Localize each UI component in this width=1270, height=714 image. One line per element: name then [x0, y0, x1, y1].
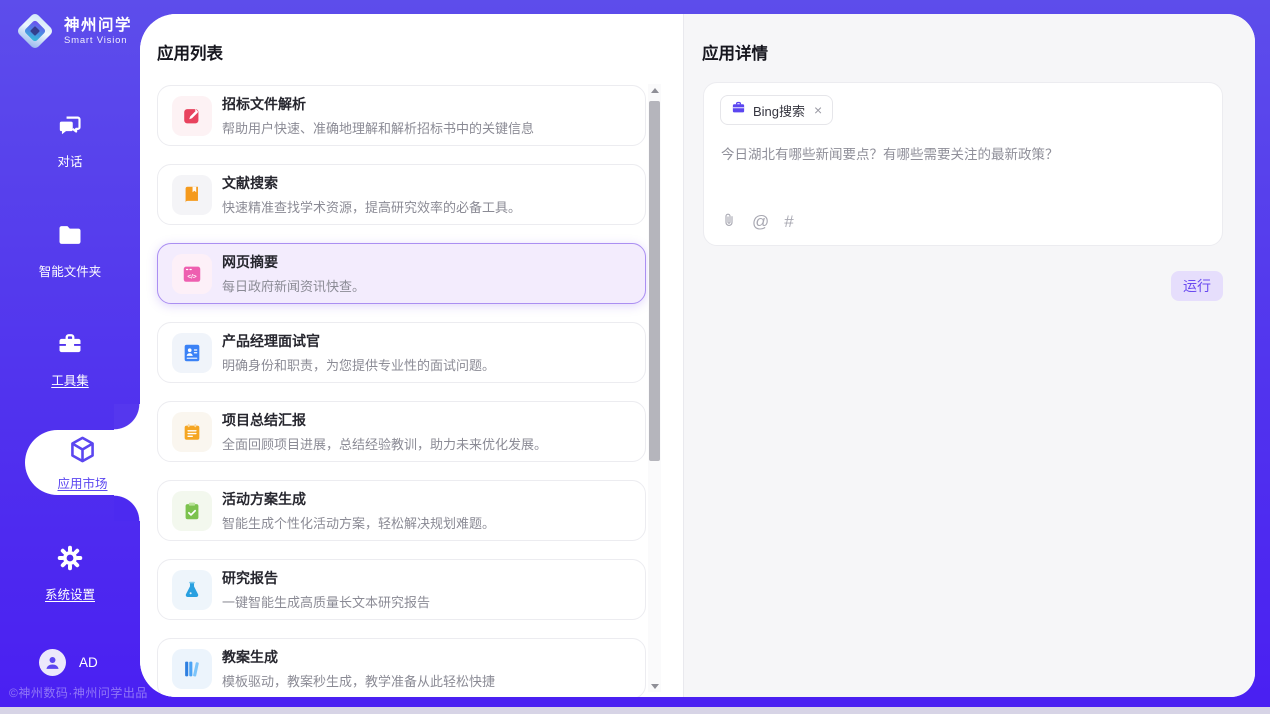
mention-icon[interactable]: @ — [752, 213, 769, 230]
app-card-description: 每日政府新闻资讯快查。 — [222, 276, 365, 295]
books-icon — [172, 649, 212, 689]
app-list-title: 应用列表 — [157, 40, 223, 64]
app-card-bid-parsing[interactable]: 招标文件解析 帮助用户快速、准确地理解和解析招标书中的关键信息 — [157, 85, 646, 146]
scrollbar-thumb[interactable] — [649, 101, 660, 461]
prompt-input[interactable]: Bing搜索 × 今日湖北有哪些新闻要点？有哪些需要关注的最新政策？ @ # — [703, 82, 1223, 246]
book-icon — [172, 175, 212, 215]
calendar-note-icon — [172, 412, 212, 452]
app-list-panel: 应用列表 招标文件解析 帮助用户快速、准确地理解和解析招标书中的关键信息 — [140, 14, 683, 697]
brand-diamond-icon — [16, 12, 54, 50]
scroll-down-icon[interactable] — [648, 680, 661, 692]
sidebar: 神州问学 Smart Vision 对话 智能文件夹 — [0, 0, 140, 714]
sidebar-item-smart-folder[interactable]: 智能文件夹 — [0, 221, 140, 280]
cube-icon — [67, 434, 98, 470]
svg-text:</>: </> — [187, 273, 197, 280]
browser-code-icon: </> — [172, 254, 212, 294]
app-detail-panel: 应用详情 Bing搜索 × 今日湖北有哪些新闻要点？有哪些需要关注的最新政策？ — [683, 14, 1255, 697]
chat-icon — [57, 112, 84, 144]
list-scrollbar[interactable] — [648, 84, 661, 692]
sidebar-item-label: 智能文件夹 — [39, 261, 102, 280]
toolbox-icon — [56, 330, 84, 363]
app-card-description: 快速精准查找学术资源，提高研究效率的必备工具。 — [222, 197, 521, 216]
bottom-strip — [0, 707, 1270, 714]
app-card-name: 研究报告 — [222, 568, 430, 588]
user-name: AD — [79, 655, 98, 670]
scroll-up-icon[interactable] — [648, 84, 661, 96]
sidebar-item-app-market[interactable]: 应用市场 — [25, 430, 140, 495]
brand-logo: 神州问学 Smart Vision — [16, 12, 132, 50]
gear-icon — [56, 544, 84, 577]
remove-tool-icon[interactable]: × — [814, 103, 822, 117]
prompt-text[interactable]: 今日湖北有哪些新闻要点？有哪些需要关注的最新政策？ — [721, 143, 1206, 163]
app-card-description: 一键智能生成高质量长文本研究报告 — [222, 592, 430, 611]
hash-icon[interactable]: # — [784, 213, 793, 230]
paperclip-icon[interactable] — [721, 211, 737, 232]
clipboard-check-icon — [172, 491, 212, 531]
app-card-description: 帮助用户快速、准确地理解和解析招标书中的关键信息 — [222, 118, 534, 137]
sidebar-item-toolset[interactable]: 工具集 — [0, 330, 140, 389]
main-content: 应用列表 招标文件解析 帮助用户快速、准确地理解和解析招标书中的关键信息 — [140, 14, 1255, 697]
briefcase-icon — [731, 100, 746, 120]
app-card-web-summary[interactable]: </> 网页摘要 每日政府新闻资讯快查。 — [157, 243, 646, 304]
app-card-description: 明确身份和职责，为您提供专业性的面试问题。 — [222, 355, 495, 374]
app-card-description: 全面回顾项目进展，总结经验教训，助力未来优化发展。 — [222, 434, 547, 453]
app-card-description: 模板驱动，教案秒生成，教学准备从此轻松快捷 — [222, 671, 495, 690]
tool-tag-bing-search[interactable]: Bing搜索 × — [720, 95, 833, 125]
copyright-footer: ©神州数码·神州问学出品 — [9, 684, 148, 701]
app-card-literature-search[interactable]: 文献搜索 快速精准查找学术资源，提高研究效率的必备工具。 — [157, 164, 646, 225]
brand-tagline: Smart Vision — [64, 35, 132, 46]
app-card-event-plan[interactable]: 活动方案生成 智能生成个性化活动方案，轻松解决规划难题。 — [157, 480, 646, 541]
app-card-name: 项目总结汇报 — [222, 410, 547, 430]
resume-person-icon — [172, 333, 212, 373]
run-button[interactable]: 运行 — [1171, 271, 1223, 301]
sidebar-item-label: 应用市场 — [57, 473, 107, 492]
tool-tag-label: Bing搜索 — [753, 101, 805, 120]
sidebar-item-label: 系统设置 — [45, 584, 95, 603]
app-detail-title: 应用详情 — [702, 40, 768, 64]
app-card-name: 教案生成 — [222, 647, 495, 667]
folder-icon — [56, 221, 84, 254]
brand-name: 神州问学 — [64, 16, 132, 35]
app-card-name: 活动方案生成 — [222, 489, 495, 509]
sidebar-item-label: 对话 — [57, 151, 82, 170]
app-card-project-summary[interactable]: 项目总结汇报 全面回顾项目进展，总结经验教训，助力未来优化发展。 — [157, 401, 646, 462]
app-card-name: 网页摘要 — [222, 252, 365, 272]
app-card-name: 招标文件解析 — [222, 94, 534, 114]
sidebar-item-chat[interactable]: 对话 — [0, 112, 140, 170]
sidebar-item-label: 工具集 — [51, 370, 89, 389]
attachment-toolbar: @ # — [721, 211, 794, 232]
app-card-lesson-plan[interactable]: 教案生成 模板驱动，教案秒生成，教学准备从此轻松快捷 — [157, 638, 646, 697]
avatar — [39, 649, 66, 676]
sidebar-item-settings[interactable]: 系统设置 — [0, 544, 140, 603]
user-row[interactable]: AD — [39, 649, 98, 676]
pen-square-icon — [172, 96, 212, 136]
app-card-pm-interviewer[interactable]: 产品经理面试官 明确身份和职责，为您提供专业性的面试问题。 — [157, 322, 646, 383]
app-card-name: 文献搜索 — [222, 173, 521, 193]
flask-icon — [172, 570, 212, 610]
app-card-description: 智能生成个性化活动方案，轻松解决规划难题。 — [222, 513, 495, 532]
app-root: 神州问学 Smart Vision 对话 智能文件夹 — [0, 0, 1270, 714]
brand-text: 神州问学 Smart Vision — [64, 16, 132, 46]
app-card-research-report[interactable]: 研究报告 一键智能生成高质量长文本研究报告 — [157, 559, 646, 620]
app-card-name: 产品经理面试官 — [222, 331, 495, 351]
